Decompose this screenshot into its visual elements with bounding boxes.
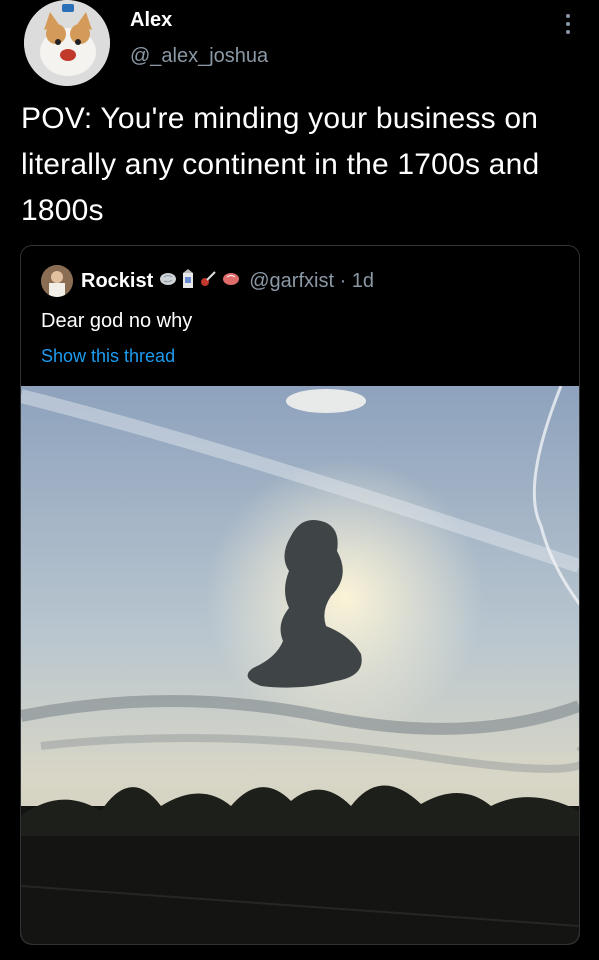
quoted-avatar xyxy=(41,265,73,297)
author-name[interactable]: Alex xyxy=(130,9,172,32)
guitar-icon xyxy=(199,270,217,293)
tweet-text: POV: You're minding your business on lit… xyxy=(21,102,540,227)
milk-carton-icon xyxy=(181,268,195,294)
cat-avatar-icon xyxy=(24,0,110,86)
author-handle[interactable]: @_alex_joshua xyxy=(130,45,268,68)
more-options-icon[interactable] xyxy=(560,10,576,40)
show-thread-link[interactable]: Show this thread xyxy=(41,346,175,367)
guitarist-avatar-icon xyxy=(41,265,73,297)
brain-icon xyxy=(221,271,241,292)
quoted-handle[interactable]: @garfxist · 1d xyxy=(249,270,374,293)
sky-cloud-photo[interactable] xyxy=(21,386,579,944)
quoted-tweet-card[interactable]: Rockist @garfxist · 1d Dear god no why S… xyxy=(20,245,580,945)
quoted-tweet-header: Rockist @garfxist · 1d xyxy=(41,265,374,297)
avatar[interactable] xyxy=(24,0,110,86)
quoted-text: Dear god no why xyxy=(41,310,193,332)
brain-icon xyxy=(159,271,177,292)
quoted-name[interactable]: Rockist xyxy=(81,270,153,293)
